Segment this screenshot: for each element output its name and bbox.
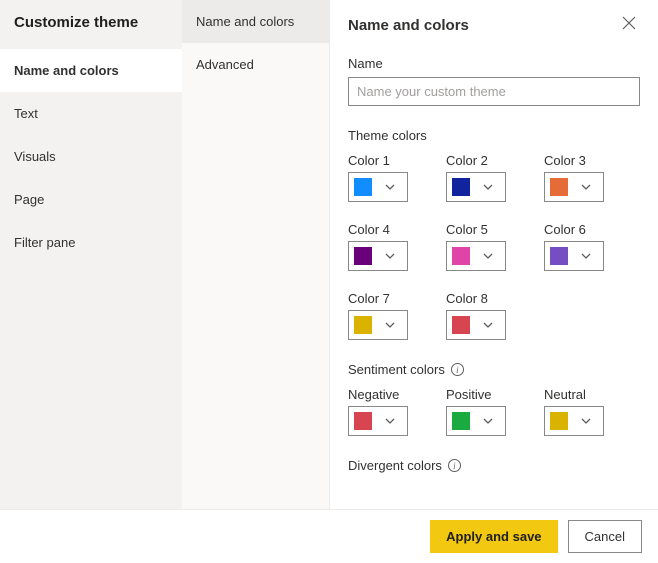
- color-swatch-block: Neutral: [544, 387, 604, 436]
- left-nav-item[interactable]: Name and colors: [0, 49, 182, 92]
- sub-nav-item[interactable]: Name and colors: [182, 0, 329, 43]
- color-swatch-preview: [550, 247, 568, 265]
- color-swatch-label: Color 8: [446, 291, 506, 306]
- color-swatch-dropdown[interactable]: [446, 241, 506, 271]
- color-swatch-label: Color 6: [544, 222, 604, 237]
- pane-title: Name and colors: [348, 17, 469, 34]
- color-swatch-block: Negative: [348, 387, 408, 436]
- chevron-down-icon: [372, 415, 407, 427]
- color-swatch-block: Color 2: [446, 153, 506, 202]
- chevron-down-icon: [568, 250, 603, 262]
- left-nav-item[interactable]: Filter pane: [0, 221, 182, 264]
- close-icon[interactable]: [618, 12, 640, 38]
- color-swatch-block: Color 8: [446, 291, 506, 340]
- color-swatch-label: Color 7: [348, 291, 408, 306]
- color-swatch-dropdown[interactable]: [348, 241, 408, 271]
- color-swatch-label: Color 4: [348, 222, 408, 237]
- color-swatch-dropdown[interactable]: [544, 241, 604, 271]
- color-swatch-preview: [452, 412, 470, 430]
- theme-colors-label: Theme colors: [348, 128, 640, 143]
- color-swatch-block: Color 6: [544, 222, 604, 271]
- color-swatch-dropdown[interactable]: [348, 172, 408, 202]
- chevron-down-icon: [470, 415, 505, 427]
- left-nav-item[interactable]: Page: [0, 178, 182, 221]
- color-swatch-label: Color 5: [446, 222, 506, 237]
- theme-name-input[interactable]: [348, 77, 640, 106]
- color-swatch-label: Color 2: [446, 153, 506, 168]
- chevron-down-icon: [372, 319, 407, 331]
- dialog-footer: Apply and save Cancel: [0, 509, 658, 563]
- color-swatch-preview: [452, 316, 470, 334]
- info-icon[interactable]: i: [448, 459, 461, 472]
- left-nav: Customize theme Name and colorsTextVisua…: [0, 0, 182, 509]
- cancel-button[interactable]: Cancel: [568, 520, 642, 553]
- color-swatch-label: Color 3: [544, 153, 604, 168]
- color-swatch-label: Positive: [446, 387, 506, 402]
- color-swatch-preview: [354, 316, 372, 334]
- left-nav-item[interactable]: Text: [0, 92, 182, 135]
- chevron-down-icon: [568, 415, 603, 427]
- color-swatch-preview: [354, 247, 372, 265]
- color-swatch-block: Color 7: [348, 291, 408, 340]
- color-swatch-dropdown[interactable]: [348, 406, 408, 436]
- sub-nav-item[interactable]: Advanced: [182, 43, 329, 86]
- settings-pane: Name and colors Name Theme colors Color …: [330, 0, 658, 509]
- dialog-title: Customize theme: [0, 0, 182, 49]
- color-swatch-block: Positive: [446, 387, 506, 436]
- color-swatch-preview: [452, 247, 470, 265]
- color-swatch-dropdown[interactable]: [446, 310, 506, 340]
- color-swatch-block: Color 3: [544, 153, 604, 202]
- color-swatch-preview: [354, 412, 372, 430]
- color-swatch-block: Color 1: [348, 153, 408, 202]
- sentiment-colors-label: Sentiment colors i: [348, 362, 640, 377]
- color-swatch-dropdown[interactable]: [544, 172, 604, 202]
- info-icon[interactable]: i: [451, 363, 464, 376]
- color-swatch-preview: [354, 178, 372, 196]
- color-swatch-label: Neutral: [544, 387, 604, 402]
- color-swatch-label: Negative: [348, 387, 408, 402]
- color-swatch-preview: [452, 178, 470, 196]
- color-swatch-block: Color 4: [348, 222, 408, 271]
- color-swatch-dropdown[interactable]: [446, 406, 506, 436]
- left-nav-item[interactable]: Visuals: [0, 135, 182, 178]
- sub-nav: Name and colorsAdvanced: [182, 0, 330, 509]
- chevron-down-icon: [470, 181, 505, 193]
- chevron-down-icon: [470, 319, 505, 331]
- color-swatch-dropdown[interactable]: [348, 310, 408, 340]
- color-swatch-preview: [550, 178, 568, 196]
- color-swatch-dropdown[interactable]: [544, 406, 604, 436]
- name-label: Name: [348, 56, 640, 71]
- chevron-down-icon: [568, 181, 603, 193]
- color-swatch-label: Color 1: [348, 153, 408, 168]
- color-swatch-block: Color 5: [446, 222, 506, 271]
- chevron-down-icon: [470, 250, 505, 262]
- chevron-down-icon: [372, 250, 407, 262]
- chevron-down-icon: [372, 181, 407, 193]
- apply-save-button[interactable]: Apply and save: [430, 520, 557, 553]
- color-swatch-preview: [550, 412, 568, 430]
- divergent-colors-label: Divergent colors i: [348, 458, 640, 473]
- color-swatch-dropdown[interactable]: [446, 172, 506, 202]
